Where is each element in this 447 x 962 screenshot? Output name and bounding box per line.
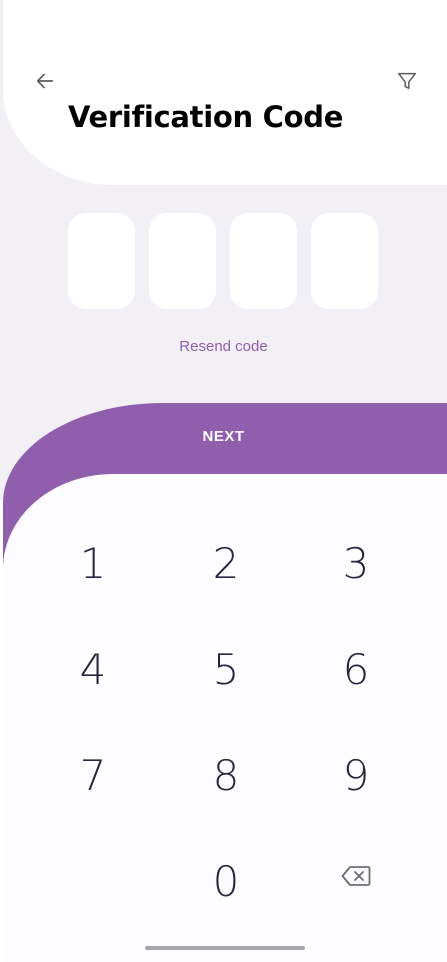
key-0[interactable]: 0	[171, 841, 281, 921]
otp-digit-3[interactable]	[230, 213, 297, 309]
back-button[interactable]	[28, 64, 62, 98]
key-2[interactable]: 2	[171, 523, 281, 603]
filter-button[interactable]	[390, 64, 424, 98]
verification-screen: Verification Code Resend code NEXT 1 2 3…	[0, 0, 447, 962]
arrow-left-icon	[36, 73, 54, 89]
resend-code-link[interactable]: Resend code	[0, 338, 447, 355]
otp-digit-4[interactable]	[311, 213, 378, 309]
key-8[interactable]: 8	[171, 735, 281, 815]
key-1[interactable]: 1	[38, 523, 148, 603]
backspace-icon	[341, 866, 371, 886]
key-6[interactable]: 6	[301, 629, 411, 709]
page-title: Verification Code	[68, 100, 344, 134]
next-button-label[interactable]: NEXT	[0, 428, 447, 445]
key-5[interactable]: 5	[171, 629, 281, 709]
otp-input-group	[68, 213, 380, 309]
home-indicator[interactable]	[145, 946, 305, 950]
otp-digit-1[interactable]	[68, 213, 135, 309]
header-card	[3, 0, 447, 185]
funnel-filter-icon	[398, 72, 416, 90]
otp-digit-2[interactable]	[149, 213, 216, 309]
key-7[interactable]: 7	[38, 735, 148, 815]
key-9[interactable]: 9	[301, 735, 411, 815]
key-4[interactable]: 4	[38, 629, 148, 709]
key-3[interactable]: 3	[301, 523, 411, 603]
backspace-button[interactable]	[301, 836, 411, 916]
